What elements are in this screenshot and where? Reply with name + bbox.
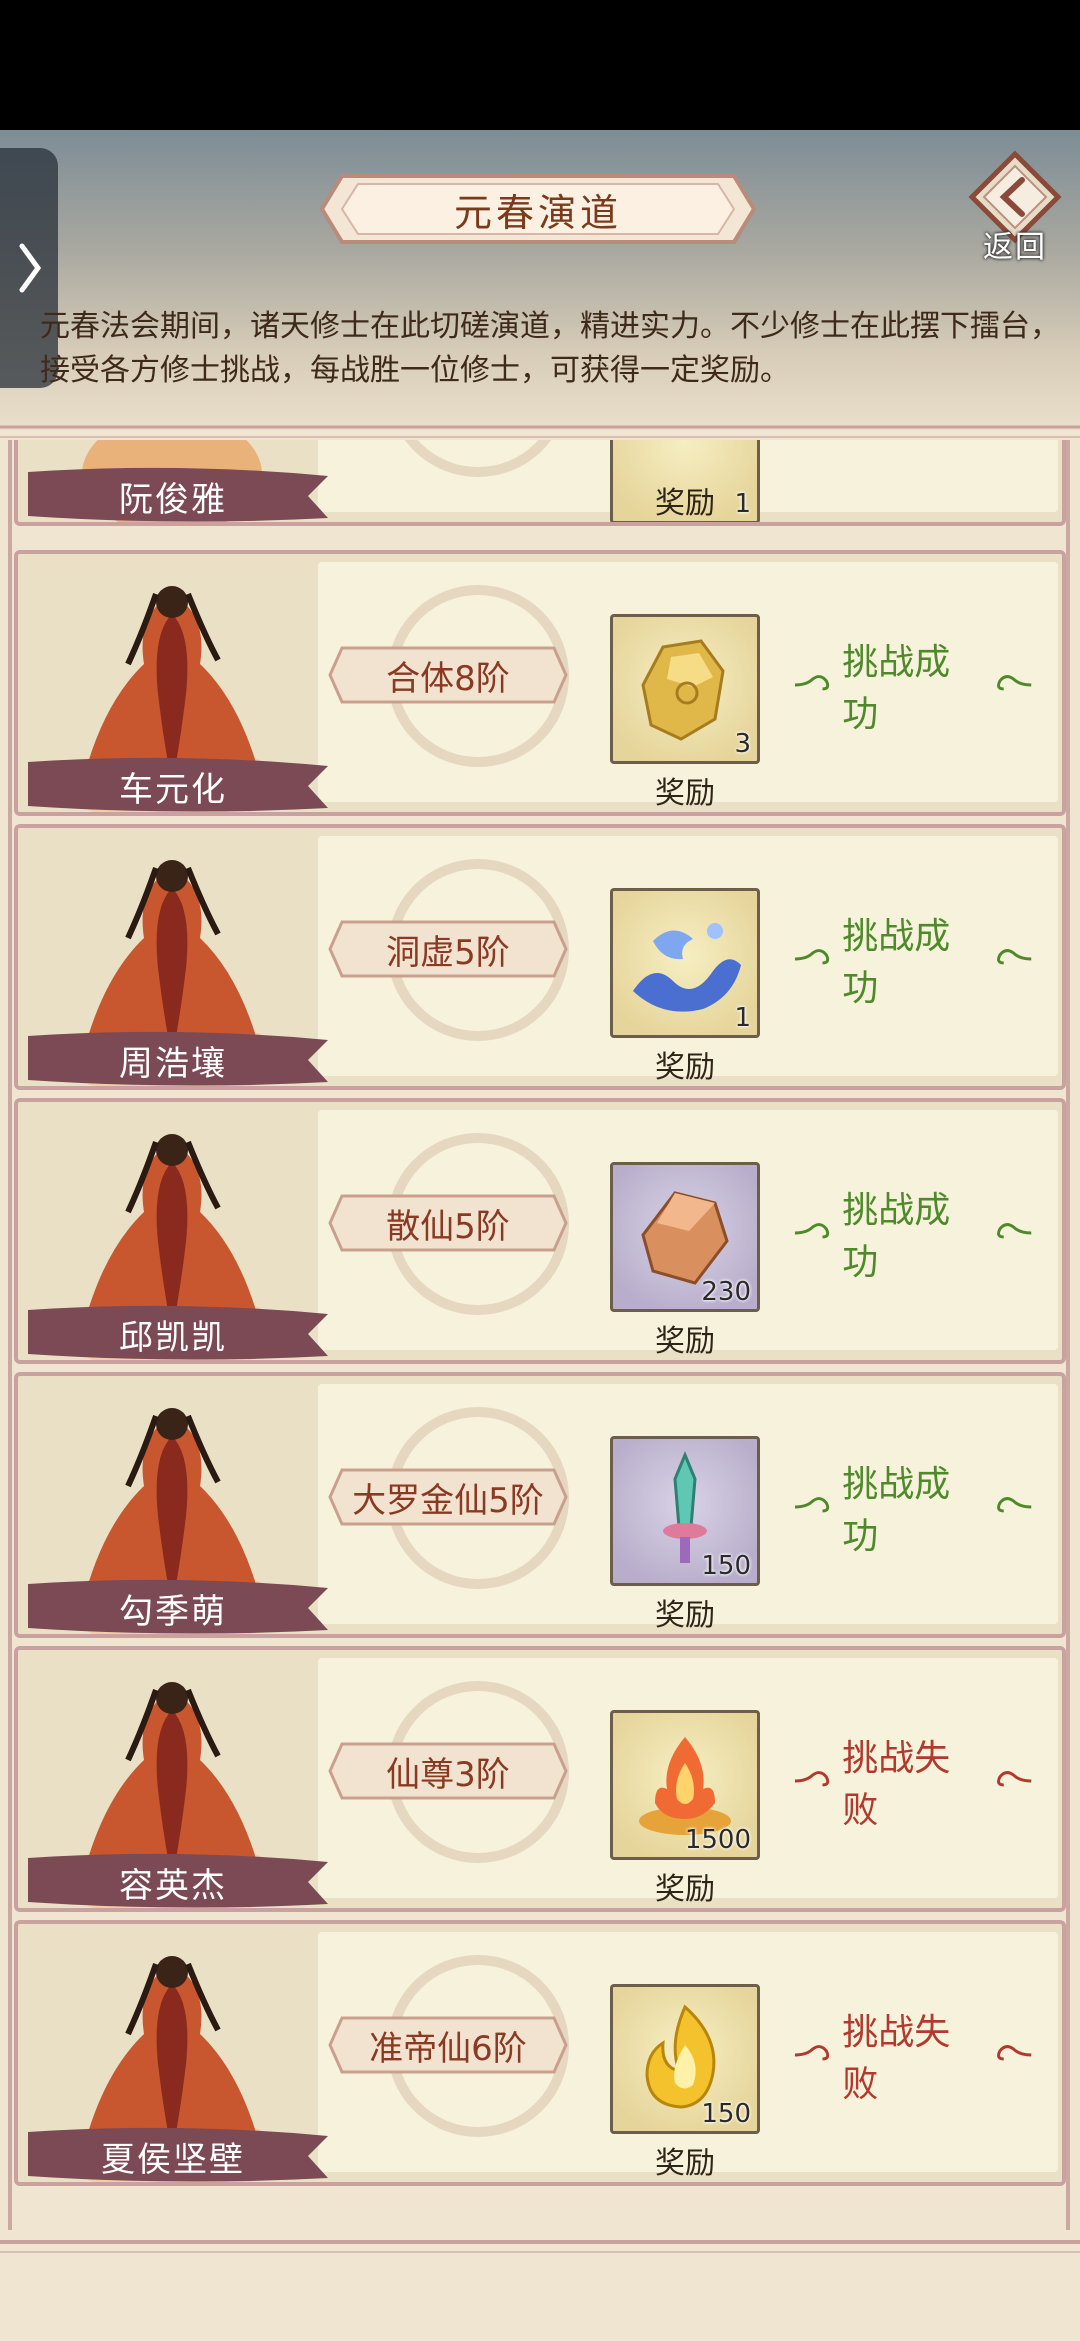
challenger-list[interactable]: 1 阮俊雅 奖励 合体8阶 3 奖励 挑战成功 车元化 洞虚5阶 1 奖励 挑战…	[0, 440, 1080, 2230]
challenger-name: 周浩壤	[119, 1044, 227, 1084]
rank-pill: 合体8阶	[328, 644, 568, 706]
name-banner: 车元化	[28, 756, 328, 812]
status-text: 挑战成功	[842, 916, 951, 1009]
reward-count: 1	[734, 1003, 751, 1033]
rank-text: 准帝仙6阶	[369, 2028, 527, 2069]
title-text: 元春演道	[453, 190, 622, 235]
status-text: 挑战成功	[842, 642, 951, 735]
reward-item[interactable]: 150	[610, 1984, 760, 2134]
description-text: 元春法会期间，诸天修士在此切磋演道，精进实力。不少修士在此摆下擂台，接受各方修士…	[40, 309, 1060, 388]
reward-count: 3	[734, 729, 751, 759]
challenger-card[interactable]: 大罗金仙5阶 150 奖励 挑战成功 勾季萌	[14, 1372, 1066, 1638]
swirl-right-icon	[996, 2045, 1032, 2061]
rank-text: 洞虚5阶	[386, 932, 510, 973]
rank-text: 大罗金仙5阶	[352, 1480, 544, 1521]
swirl-left-icon	[794, 2045, 830, 2061]
name-banner: 阮俊雅	[28, 466, 328, 522]
swirl-left-icon	[794, 675, 830, 691]
challenger-name: 勾季萌	[119, 1592, 227, 1632]
status-text: 挑战失败	[842, 1738, 951, 1831]
swirl-left-icon	[794, 1497, 830, 1513]
reward-count: 150	[701, 1551, 751, 1581]
reward-label: 奖励	[655, 486, 715, 521]
swirl-left-icon	[794, 949, 830, 965]
status-bar	[0, 0, 1080, 130]
status-text: 挑战成功	[842, 1464, 951, 1557]
reward-label: 奖励	[655, 2146, 715, 2181]
challenge-status: 挑战成功	[793, 916, 1033, 1009]
reward-item[interactable]: 3	[610, 614, 760, 764]
reward-item[interactable]: 1500	[610, 1710, 760, 1860]
challenger-name: 夏侯坚壁	[101, 2140, 245, 2180]
list-bottom-frame	[0, 2240, 1080, 2253]
back-label: 返回	[983, 230, 1047, 265]
challenge-status: 挑战成功	[793, 1190, 1033, 1283]
reward-label: 奖励	[655, 1598, 715, 1633]
swirl-left-icon	[794, 1771, 830, 1787]
challenger-card-partial: 1 阮俊雅 奖励	[14, 440, 1066, 526]
challenger-name: 车元化	[119, 770, 227, 810]
rank-text: 仙尊3阶	[386, 1754, 510, 1795]
rank-pill: 仙尊3阶	[328, 1740, 568, 1802]
rank-pill: 散仙5阶	[328, 1192, 568, 1254]
swirl-left-icon	[794, 1223, 830, 1239]
reward-count: 1500	[684, 1825, 751, 1855]
status-text: 挑战成功	[842, 1190, 951, 1283]
gold-ore-icon	[641, 639, 725, 741]
reward-label: 奖励	[655, 1324, 715, 1359]
challenger-card[interactable]: 散仙5阶 230 奖励 挑战成功 邱凯凯	[14, 1098, 1066, 1364]
challenge-status: 挑战成功	[793, 1464, 1033, 1557]
challenger-card[interactable]: 洞虚5阶 1 奖励 挑战成功 周浩壤	[14, 824, 1066, 1090]
rank-pill: 洞虚5阶	[328, 918, 568, 980]
swirl-right-icon	[996, 675, 1032, 691]
name-banner: 邱凯凯	[28, 1304, 328, 1360]
reward-label: 奖励	[655, 1872, 715, 1907]
reward-item[interactable]: 230	[610, 1162, 760, 1312]
reward-item[interactable]: 1	[610, 888, 760, 1038]
swirl-right-icon	[996, 1771, 1032, 1787]
name-banner: 夏侯坚壁	[28, 2126, 328, 2182]
reward-item[interactable]: 150	[610, 1436, 760, 1586]
rank-pill: 准帝仙6阶	[328, 2014, 568, 2076]
challenger-name: 邱凯凯	[119, 1318, 227, 1358]
challenger-name: 阮俊雅	[119, 480, 227, 520]
challenger-card[interactable]: 合体8阶 3 奖励 挑战成功 车元化	[14, 550, 1066, 816]
rank-text: 散仙5阶	[386, 1206, 510, 1247]
name-banner: 勾季萌	[28, 1578, 328, 1634]
swirl-right-icon	[996, 949, 1032, 965]
rank-ring-decoration	[404, 440, 552, 477]
rank-text: 合体8阶	[386, 658, 510, 699]
reward-count: 150	[701, 2099, 751, 2129]
swirl-right-icon	[996, 1223, 1032, 1239]
reward-label: 奖励	[655, 776, 715, 811]
name-banner: 容英杰	[28, 1852, 328, 1908]
challenger-card[interactable]: 仙尊3阶 1500 奖励 挑战失败 容英杰	[14, 1646, 1066, 1912]
challenge-status: 挑战失败	[793, 2012, 1033, 2105]
blue-water-spirit-icon	[633, 923, 741, 1012]
reward-label: 奖励	[655, 1050, 715, 1085]
challenger-card[interactable]: 准帝仙6阶 150 奖励 挑战失败 夏侯坚壁	[14, 1920, 1066, 2186]
reward-count: 230	[701, 1277, 751, 1307]
swirl-right-icon	[996, 1497, 1032, 1513]
page-title: 元春演道	[318, 170, 758, 248]
chevron-right-icon	[19, 243, 42, 293]
challenge-status: 挑战失败	[793, 1738, 1033, 1831]
challenger-name: 容英杰	[119, 1866, 227, 1906]
rank-pill: 大罗金仙5阶	[328, 1466, 568, 1528]
challenge-status: 挑战成功	[793, 642, 1033, 735]
status-text: 挑战失败	[842, 2012, 951, 2105]
name-banner: 周浩壤	[28, 1030, 328, 1086]
back-button[interactable]: 返回	[960, 150, 1070, 265]
